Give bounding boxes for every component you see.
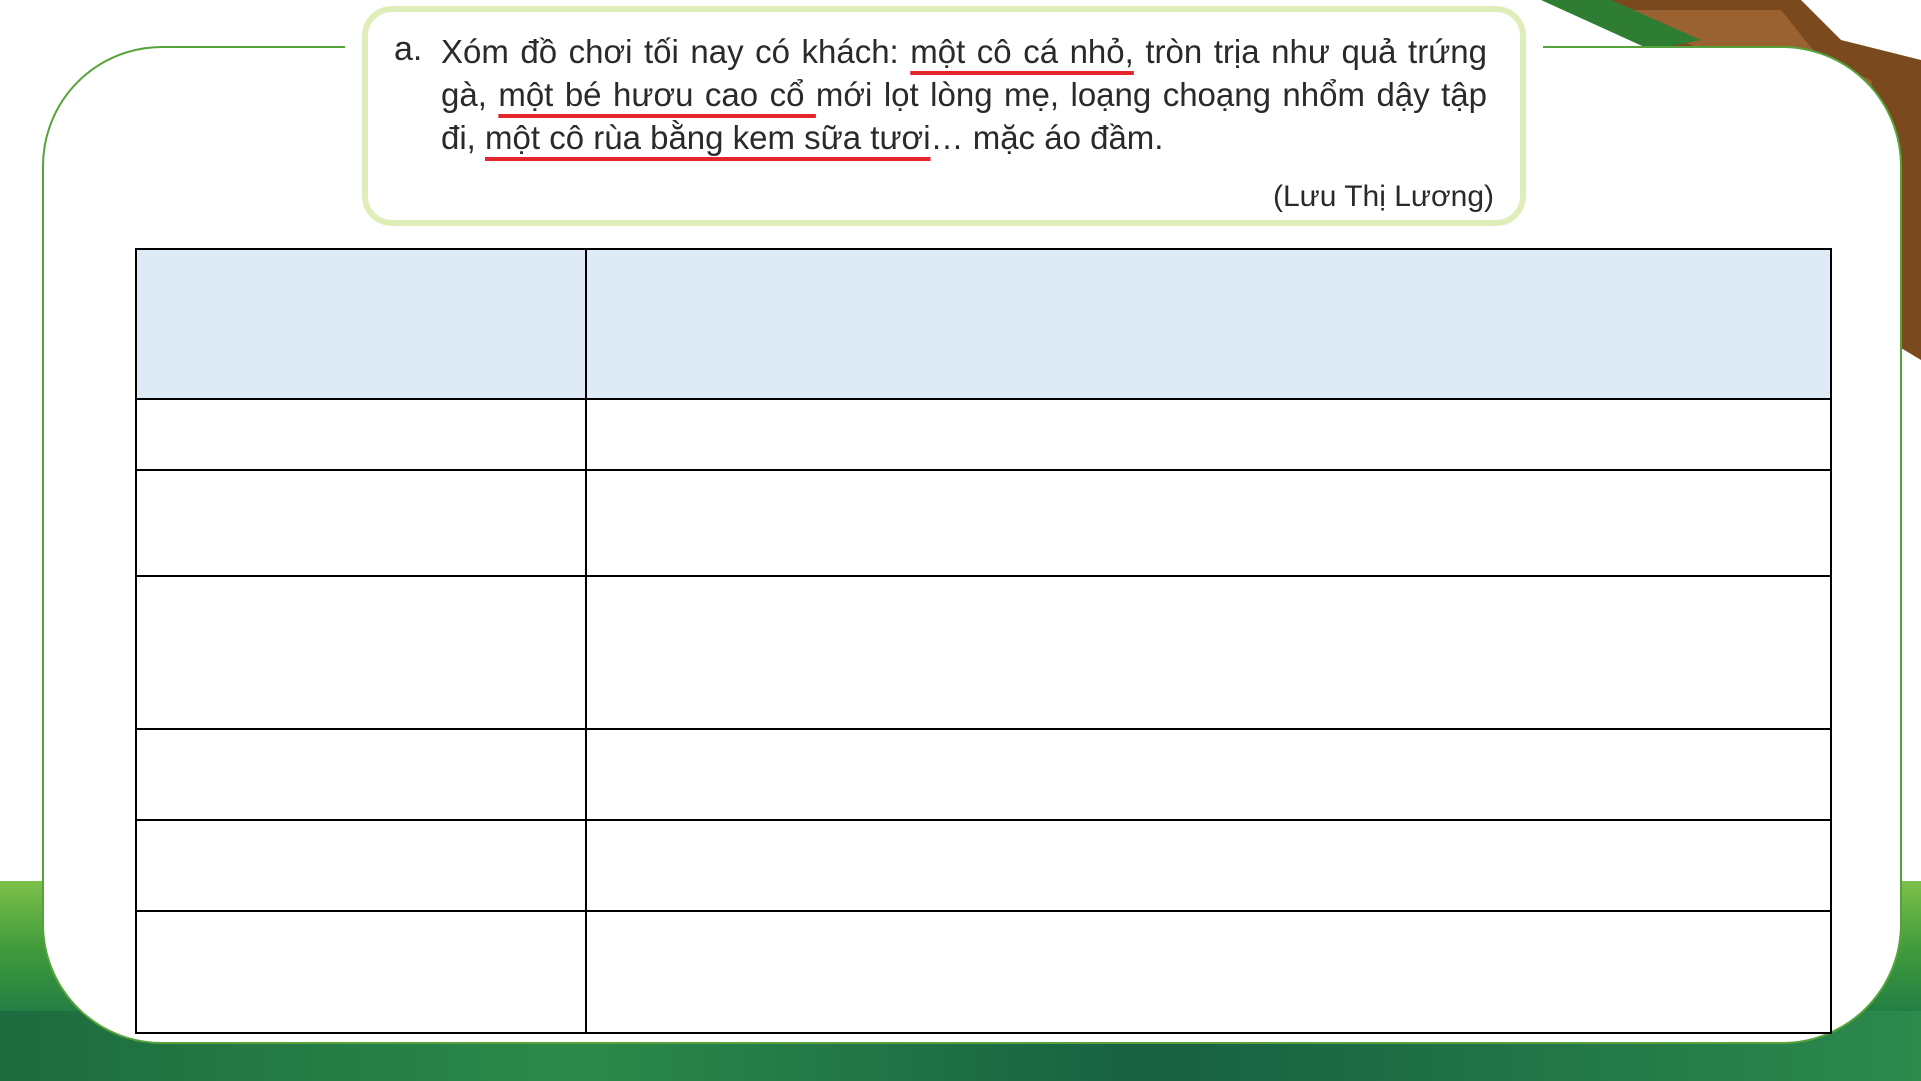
table-row xyxy=(135,469,1832,577)
text-segment: … mặc áo đầm. xyxy=(930,119,1164,156)
exercise-label: a. xyxy=(394,30,423,68)
table-row xyxy=(135,728,1832,821)
table-cell[interactable] xyxy=(585,728,1832,821)
table-cell[interactable] xyxy=(585,819,1832,912)
exercise-quote-box: a. Xóm đồ chơi tối nay có khách: một cô … xyxy=(362,6,1526,226)
author-credit: (Lưu Thị Lương) xyxy=(1272,180,1494,213)
table-cell[interactable] xyxy=(135,910,587,1034)
table-cell[interactable] xyxy=(135,469,587,577)
table-cell[interactable] xyxy=(135,248,587,400)
underlined-phrase: một cô cá nhỏ, xyxy=(910,33,1134,70)
answer-table xyxy=(135,248,1832,1034)
table-row xyxy=(135,910,1832,1034)
table-row xyxy=(135,819,1832,912)
table-cell[interactable] xyxy=(585,398,1832,471)
table-cell[interactable] xyxy=(135,575,587,730)
underlined-phrase: một bé hươu cao cổ xyxy=(498,76,816,113)
table-cell[interactable] xyxy=(585,469,1832,577)
text-segment: Xóm đồ chơi tối nay có khách: xyxy=(441,33,911,70)
table-header-row xyxy=(135,248,1832,400)
exercise-text: Xóm đồ chơi tối nay có khách: một cô cá … xyxy=(441,30,1487,159)
table-row xyxy=(135,575,1832,730)
table-cell[interactable] xyxy=(135,398,587,471)
underlined-phrase: một cô rùa bằng kem sữa tươi xyxy=(485,119,931,156)
table-cell[interactable] xyxy=(135,728,587,821)
table-cell[interactable] xyxy=(585,248,1832,400)
table-cell[interactable] xyxy=(585,575,1832,730)
table-cell[interactable] xyxy=(135,819,587,912)
table-cell[interactable] xyxy=(585,910,1832,1034)
table-row xyxy=(135,398,1832,471)
